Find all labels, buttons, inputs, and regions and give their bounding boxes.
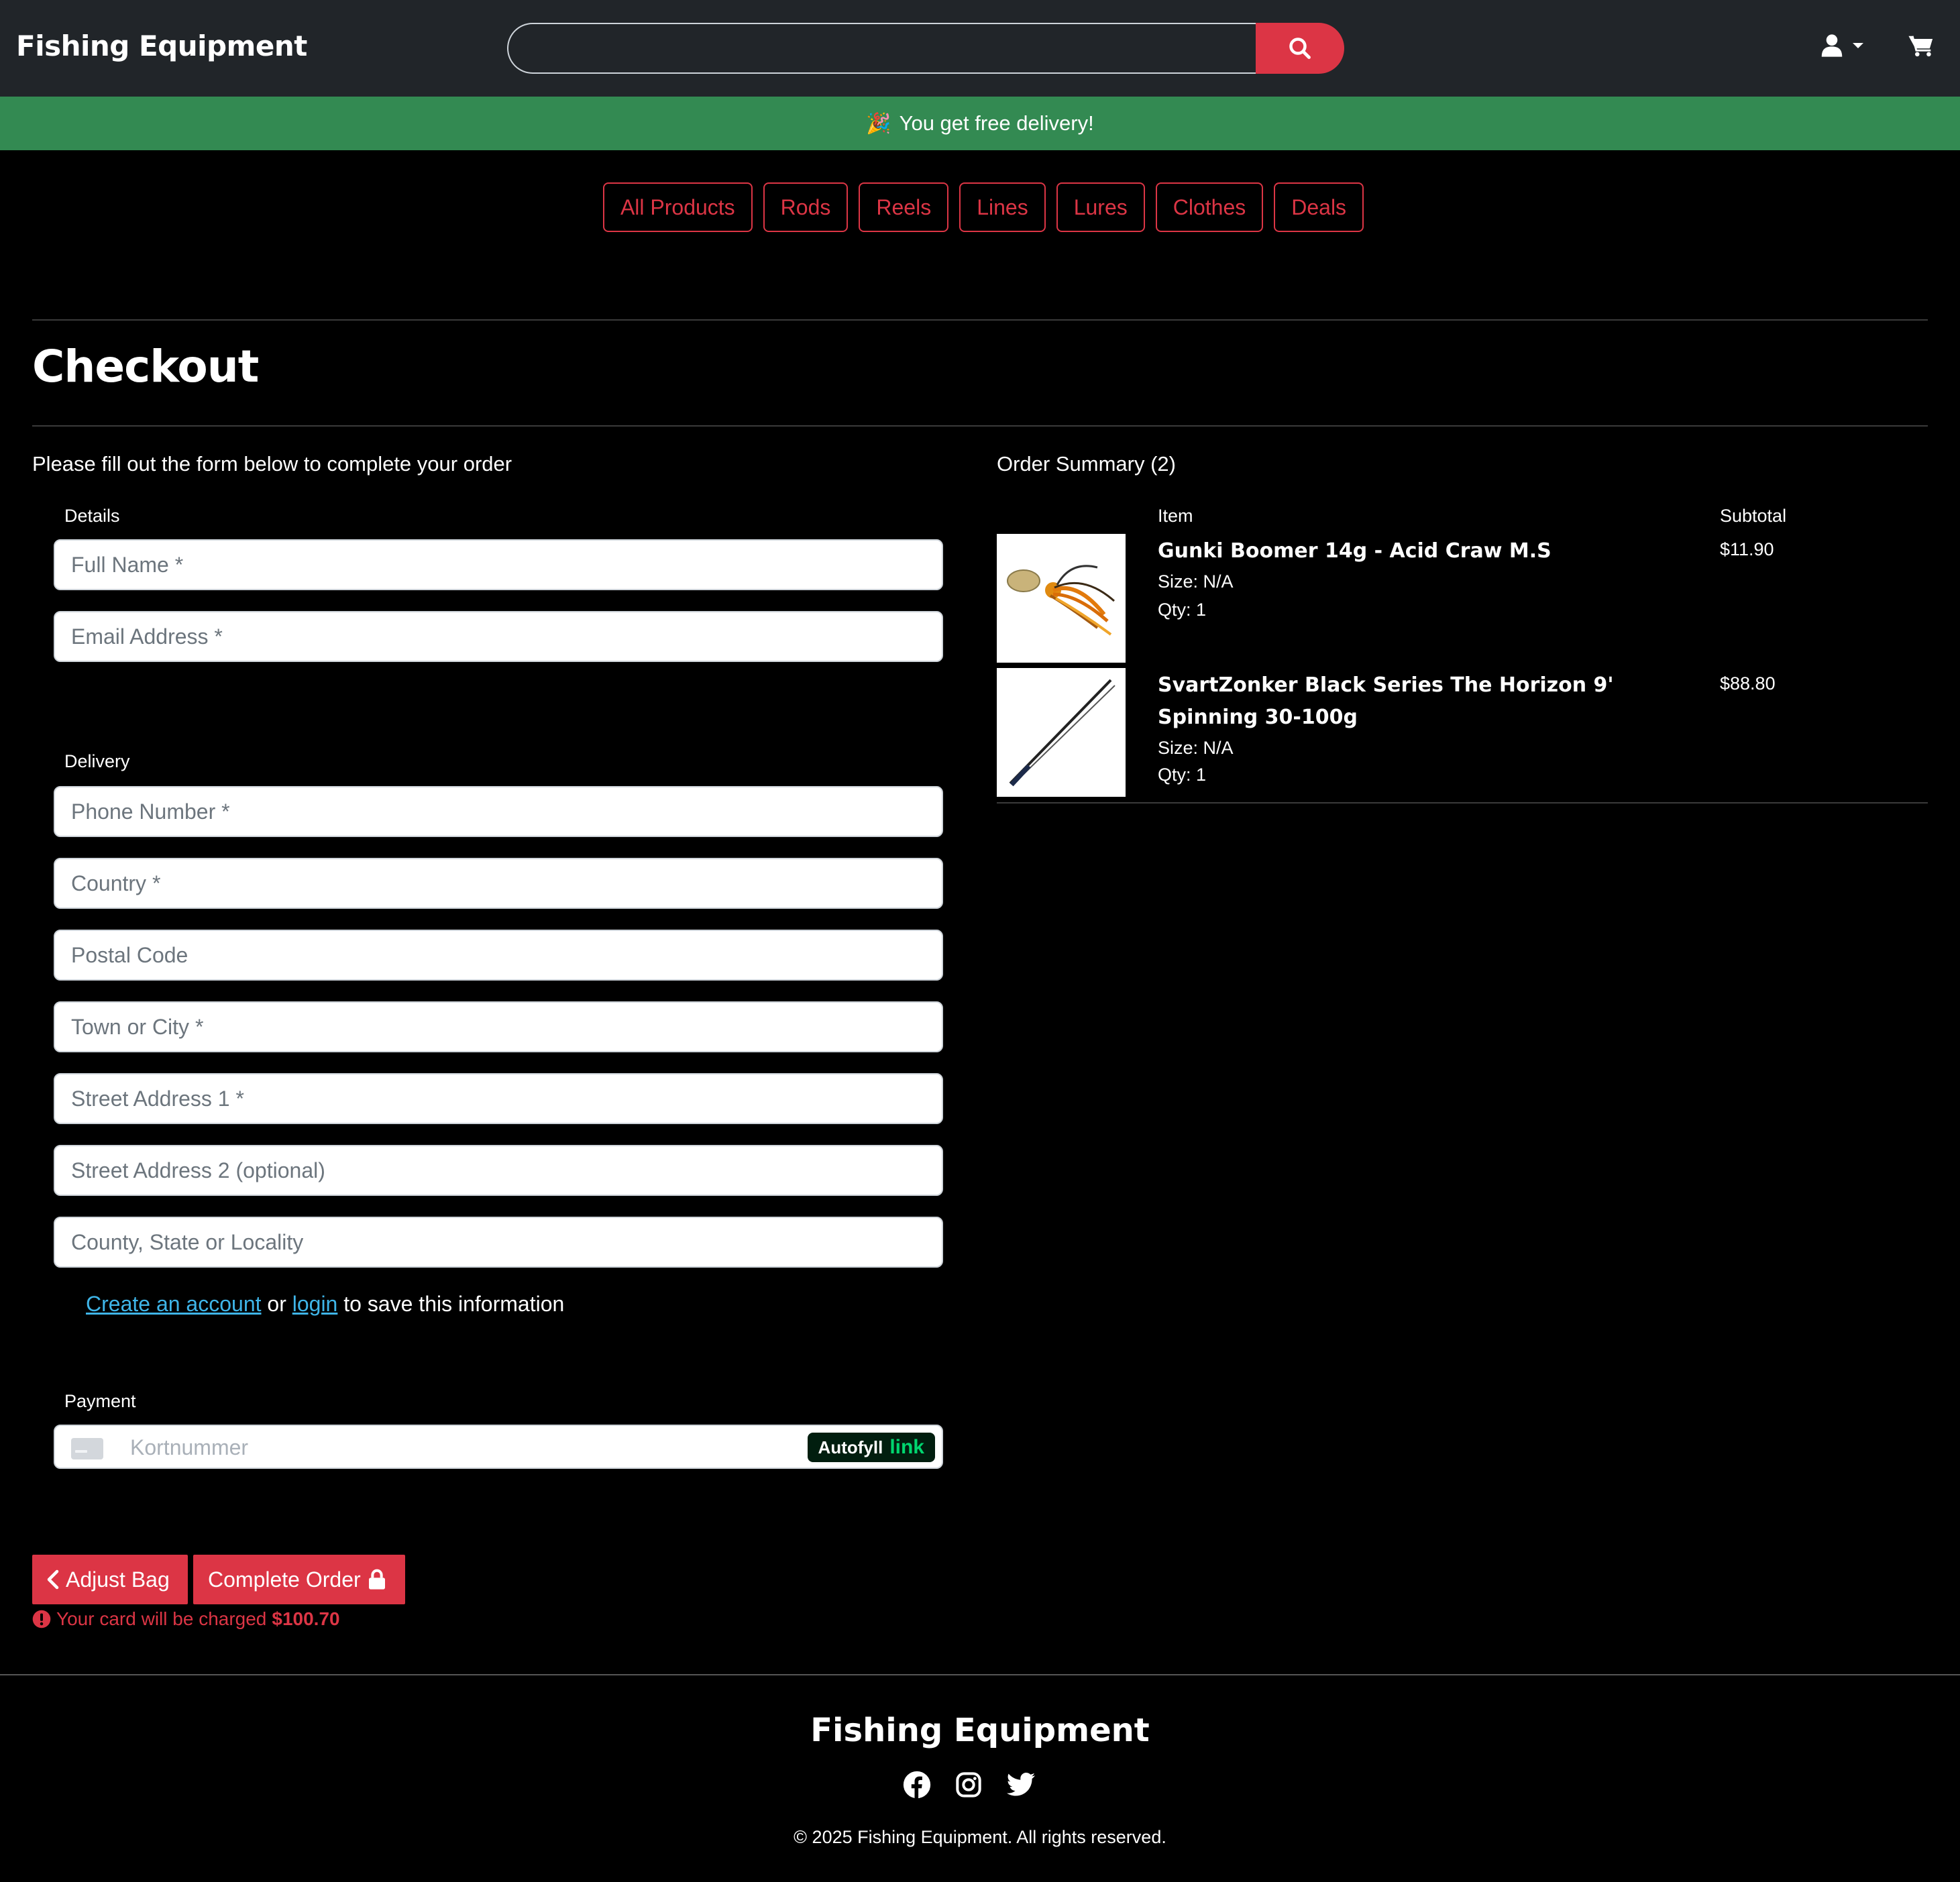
category-all-products[interactable]: All Products <box>602 182 753 232</box>
link-logo: link <box>889 1436 924 1458</box>
charge-text: Your card will be charged <box>56 1608 267 1629</box>
charge-amount: $100.70 <box>272 1608 340 1629</box>
town-input[interactable] <box>54 1001 943 1052</box>
banner-text: You get free delivery! <box>899 111 1094 135</box>
search-form <box>507 23 1344 74</box>
order-item-qty: Qty: 1 <box>1158 600 1207 620</box>
form-intro: Please fill out the form below to comple… <box>32 452 512 476</box>
lock-icon <box>368 1569 385 1590</box>
search-input[interactable] <box>507 23 1258 74</box>
caret-down-icon <box>1853 43 1863 48</box>
summary-divider <box>997 802 1928 804</box>
complete-order-label: Complete Order <box>208 1567 361 1592</box>
street-address-1-input[interactable] <box>54 1073 943 1124</box>
order-item-subtotal: $88.80 <box>1720 673 1776 694</box>
search-button[interactable] <box>1256 23 1344 74</box>
product-image-lure <box>997 534 1126 663</box>
social-links <box>903 1771 1036 1799</box>
category-clothes[interactable]: Clothes <box>1155 182 1264 232</box>
search-icon <box>1289 38 1311 59</box>
details-label: Details <box>64 506 120 526</box>
country-select[interactable] <box>54 858 943 909</box>
top-navbar: Fishing Equipment <box>0 0 1960 97</box>
credit-card-icon <box>71 1438 103 1459</box>
category-reels[interactable]: Reels <box>859 182 949 232</box>
category-deals[interactable]: Deals <box>1274 182 1364 232</box>
autofill-text: Autofyll <box>818 1437 883 1457</box>
category-lures[interactable]: Lures <box>1056 182 1145 232</box>
chevron-left-icon <box>47 1569 59 1590</box>
order-item-name: Gunki Boomer 14g - Acid Craw M.S <box>1158 539 1551 563</box>
cart-link[interactable] <box>1908 34 1935 58</box>
or-text: or <box>267 1292 286 1316</box>
order-item-name: SvartZonker Black Series The Horizon 9' … <box>1158 673 1614 729</box>
footer-brand: Fishing Equipment <box>810 1712 1150 1749</box>
delivery-label: Delivery <box>64 751 130 771</box>
payment-label: Payment <box>64 1391 136 1411</box>
county-input[interactable] <box>54 1217 943 1268</box>
autofill-link-button[interactable]: Autofyll link <box>807 1433 935 1462</box>
instagram-icon[interactable] <box>955 1771 982 1798</box>
create-account-link[interactable]: Create an account <box>86 1292 262 1316</box>
order-item-size: Size: N/A <box>1158 738 1234 758</box>
card-number-input[interactable]: Kortnummer Autofyll link <box>54 1425 943 1469</box>
page-title: Checkout <box>32 341 259 392</box>
complete-order-button[interactable]: Complete Order <box>193 1555 405 1604</box>
full-name-input[interactable] <box>54 539 943 590</box>
cart-icon <box>1908 36 1933 57</box>
order-summary-title: Order Summary (2) <box>997 452 1176 476</box>
save-info-line: Create an account or login to save this … <box>86 1292 564 1317</box>
category-lines[interactable]: Lines <box>959 182 1046 232</box>
exclamation-circle-icon <box>32 1610 51 1628</box>
subtotal-column-header: Subtotal <box>1720 506 1787 526</box>
item-column-header: Item <box>1158 506 1193 526</box>
card-placeholder: Kortnummer <box>130 1435 249 1459</box>
brand-logo[interactable]: Fishing Equipment <box>16 30 307 62</box>
order-item-size: Size: N/A <box>1158 571 1234 592</box>
user-icon <box>1821 34 1843 57</box>
divider <box>32 425 1928 427</box>
save-info-text: to save this information <box>343 1292 565 1316</box>
account-dropdown-toggle[interactable] <box>1820 34 1865 58</box>
divider <box>32 319 1928 321</box>
copyright-text: © 2025 Fishing Equipment. All rights res… <box>794 1827 1166 1847</box>
charge-notice: Your card will be charged $100.70 <box>32 1608 340 1630</box>
category-rods[interactable]: Rods <box>763 182 849 232</box>
order-item-subtotal: $11.90 <box>1720 539 1774 559</box>
adjust-bag-button[interactable]: Adjust Bag <box>32 1555 188 1604</box>
twitter-icon[interactable] <box>1006 1772 1036 1797</box>
order-item-qty: Qty: 1 <box>1158 765 1207 785</box>
product-image-rod <box>997 668 1126 797</box>
phone-input[interactable] <box>54 786 943 837</box>
street-address-2-input[interactable] <box>54 1145 943 1196</box>
facebook-icon[interactable] <box>903 1771 931 1799</box>
adjust-bag-label: Adjust Bag <box>66 1567 170 1592</box>
footer-divider <box>0 1674 1960 1675</box>
category-nav: All Products Rods Reels Lines Lures Clot… <box>0 182 1960 232</box>
free-delivery-banner: 🎉 You get free delivery! <box>0 97 1960 150</box>
postal-code-input[interactable] <box>54 930 943 981</box>
party-icon: 🎉 <box>866 112 891 135</box>
email-input[interactable] <box>54 611 943 662</box>
login-link[interactable]: login <box>292 1292 338 1316</box>
